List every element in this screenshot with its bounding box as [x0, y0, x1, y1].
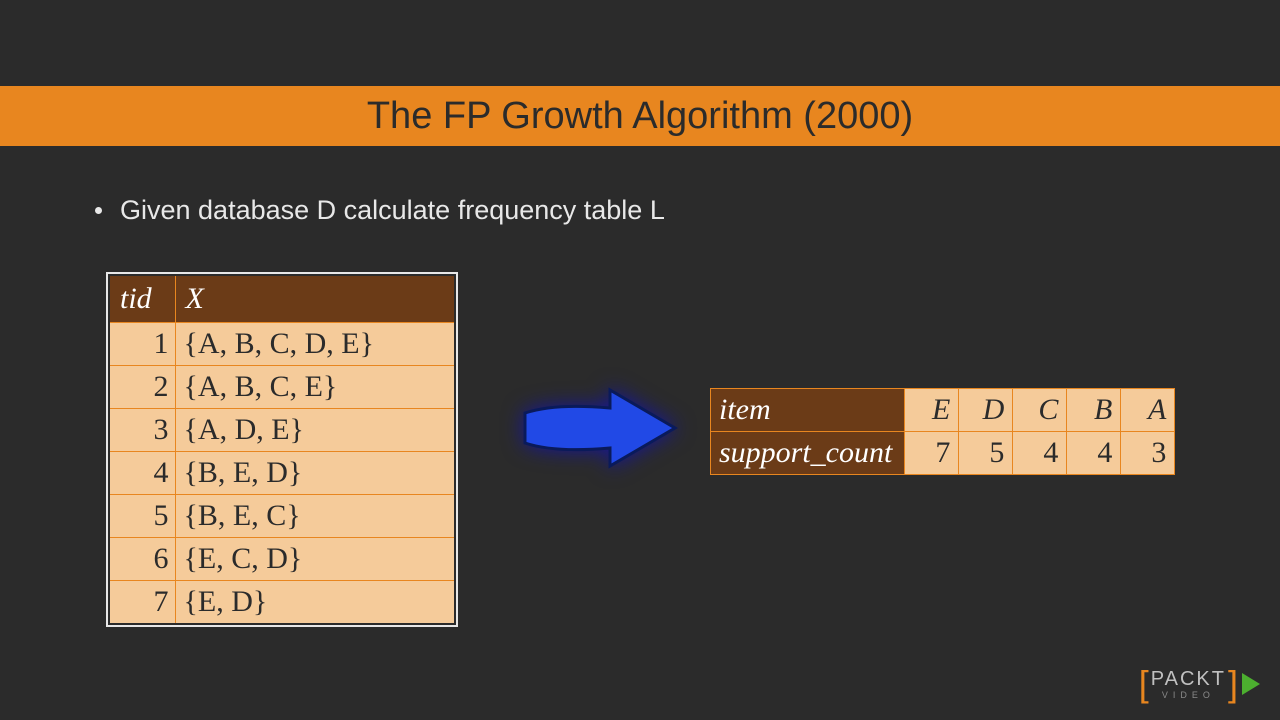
bullet-text: Given database D calculate frequency tab…	[120, 195, 665, 226]
slide-title: The FP Growth Algorithm (2000)	[367, 95, 913, 138]
cell-x: {A, B, C, E}	[175, 366, 455, 409]
cell-x: {E, C, D}	[175, 538, 455, 581]
freq-count-cell: 3	[1121, 432, 1175, 475]
freq-count-cell: 7	[905, 432, 959, 475]
cell-tid: 7	[109, 581, 175, 625]
freq-count-cell: 4	[1067, 432, 1121, 475]
cell-x: {E, D}	[175, 581, 455, 625]
col-header-x: X	[175, 275, 455, 323]
table-row: 6{E, C, D}	[109, 538, 455, 581]
title-bar: The FP Growth Algorithm (2000)	[0, 86, 1280, 146]
cell-x: {A, B, C, D, E}	[175, 323, 455, 366]
row-header-item: item	[711, 389, 905, 432]
frequency-table: item E D C B A support_count 7 5 4 4 3	[710, 388, 1175, 475]
bullet-item: Given database D calculate frequency tab…	[95, 195, 665, 226]
table-row: 2{A, B, C, E}	[109, 366, 455, 409]
table-row: 1{A, B, C, D, E}	[109, 323, 455, 366]
table-row: 5{B, E, C}	[109, 495, 455, 538]
arrow-icon	[515, 378, 685, 478]
bracket-left-icon: [	[1139, 666, 1149, 702]
table-row: 4{B, E, D}	[109, 452, 455, 495]
freq-item-cell: A	[1121, 389, 1175, 432]
database-table: tid X 1{A, B, C, D, E} 2{A, B, C, E} 3{A…	[108, 274, 456, 625]
cell-x: {A, D, E}	[175, 409, 455, 452]
logo-sub: VIDEO	[1162, 691, 1215, 700]
freq-count-cell: 5	[959, 432, 1013, 475]
cell-x: {B, E, C}	[175, 495, 455, 538]
cell-tid: 2	[109, 366, 175, 409]
play-icon	[1242, 673, 1260, 695]
row-header-support: support_count	[711, 432, 905, 475]
freq-count-cell: 4	[1013, 432, 1067, 475]
table-row: 3{A, D, E}	[109, 409, 455, 452]
cell-x: {B, E, D}	[175, 452, 455, 495]
freq-item-cell: E	[905, 389, 959, 432]
logo-brand: PACKT	[1151, 669, 1226, 689]
bracket-right-icon: ]	[1228, 666, 1238, 702]
cell-tid: 4	[109, 452, 175, 495]
freq-item-cell: C	[1013, 389, 1067, 432]
freq-item-cell: D	[959, 389, 1013, 432]
cell-tid: 6	[109, 538, 175, 581]
cell-tid: 5	[109, 495, 175, 538]
cell-tid: 1	[109, 323, 175, 366]
freq-row-support: support_count 7 5 4 4 3	[711, 432, 1175, 475]
table-header-row: tid X	[109, 275, 455, 323]
freq-row-item: item E D C B A	[711, 389, 1175, 432]
col-header-tid: tid	[109, 275, 175, 323]
cell-tid: 3	[109, 409, 175, 452]
freq-item-cell: B	[1067, 389, 1121, 432]
bullet-icon	[95, 207, 102, 214]
table-row: 7{E, D}	[109, 581, 455, 625]
packt-logo: [ PACKT VIDEO ]	[1139, 666, 1260, 702]
